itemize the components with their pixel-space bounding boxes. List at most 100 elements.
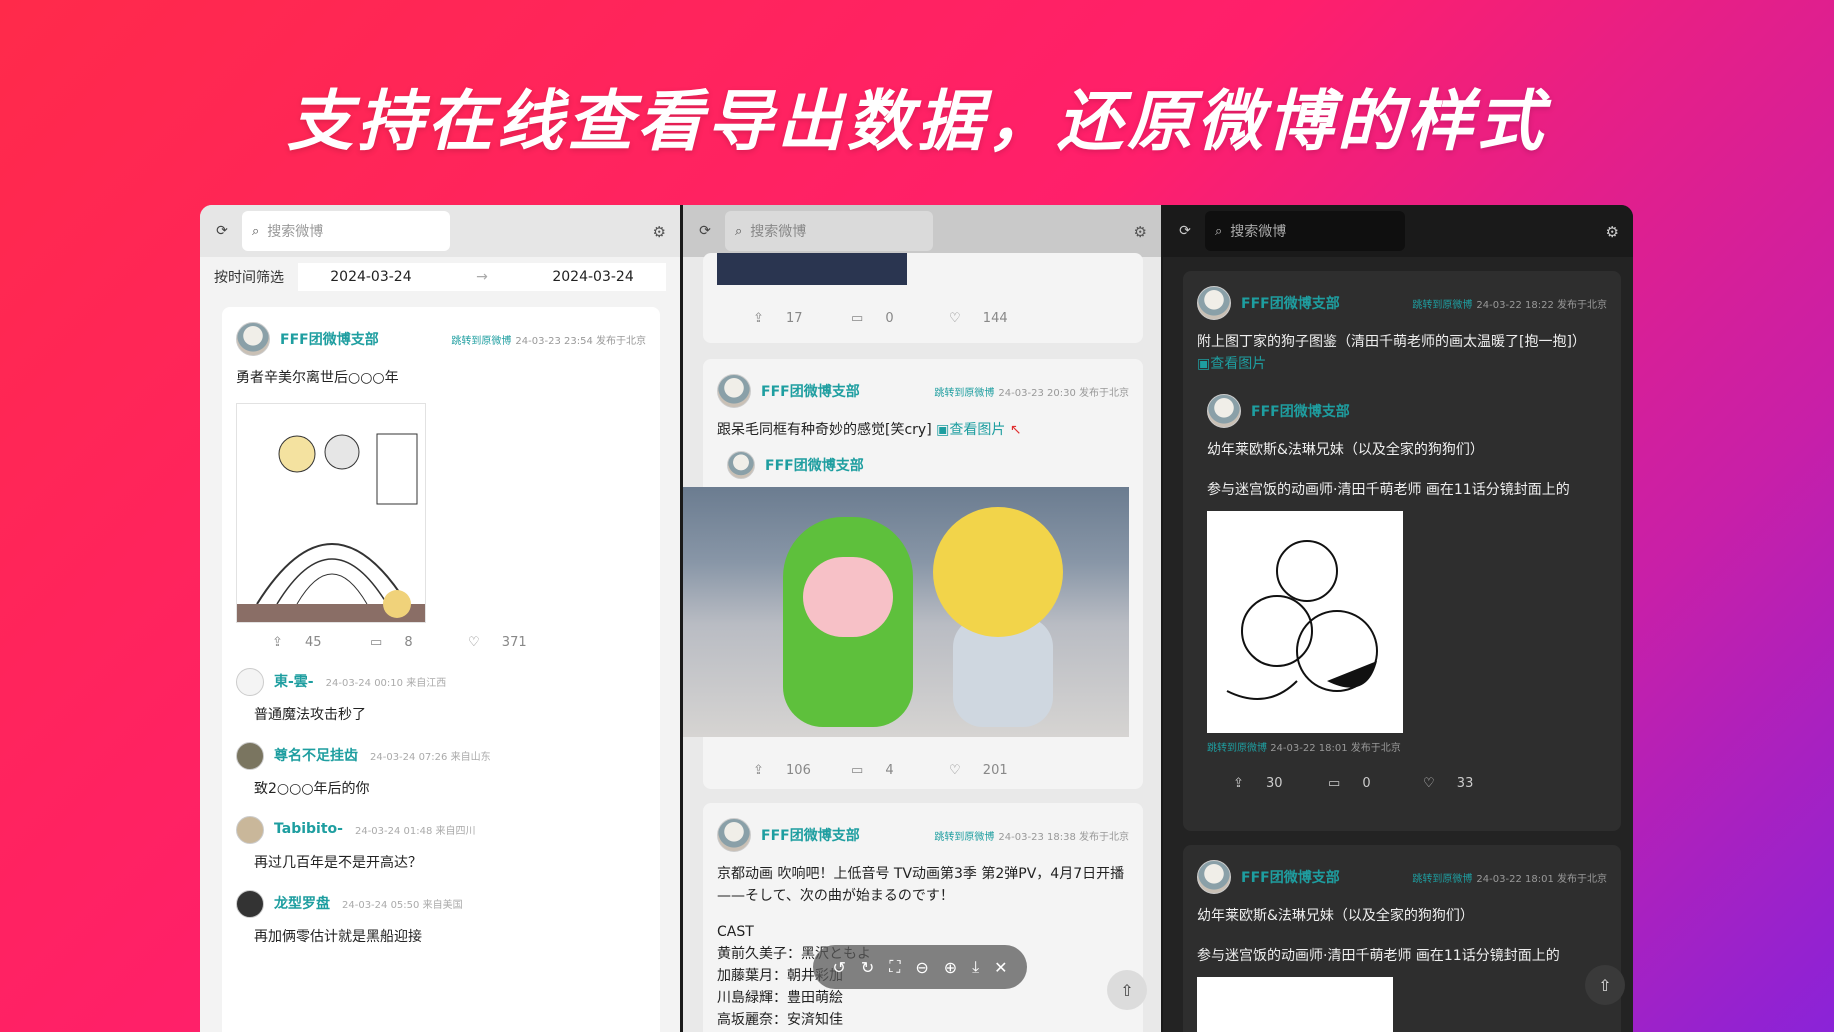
comment-count[interactable]: ▭ 0 <box>815 311 913 326</box>
post-line: ——そして、次の曲が始まるのです！ <box>717 888 954 904</box>
search-placeholder: 搜索微博 <box>1230 224 1287 240</box>
avatar[interactable] <box>236 322 270 356</box>
retweet-username[interactable]: FFF团微博支部 <box>1251 401 1350 421</box>
avatar[interactable] <box>1197 860 1231 894</box>
repost-value: 17 <box>786 311 803 326</box>
repost-icon: ⇪ <box>753 763 769 778</box>
search-icon: ⌕ <box>1215 223 1223 239</box>
rotate-right-icon[interactable]: ↻ <box>861 958 874 977</box>
like-count[interactable]: ♡ 201 <box>913 763 1011 778</box>
original-post-link[interactable]: 跳转到原微博 <box>1207 743 1267 754</box>
comment-meta: 24-03-24 00:10 来自江西 <box>325 677 447 689</box>
like-count[interactable]: ♡ 144 <box>913 311 1011 326</box>
post-image[interactable] <box>1197 977 1393 1032</box>
avatar[interactable] <box>717 818 751 852</box>
original-post-link[interactable]: 跳转到原微博 <box>451 336 511 347</box>
original-post-link[interactable]: 跳转到原微博 <box>1412 300 1472 311</box>
retweet-header: FFF团微博支部 <box>1207 393 1607 429</box>
comment-username[interactable]: 龙型罗盘 <box>274 893 330 913</box>
zoom-in-icon[interactable]: ⊕ <box>944 958 957 977</box>
repost-count[interactable]: ⇪ 106 <box>717 763 815 778</box>
username[interactable]: FFF团微博支部 <box>280 329 379 349</box>
rocket-icon[interactable]: ⇧ <box>1585 965 1625 1005</box>
post-text: 幼年莱欧斯&法琳兄妹（以及全家的狗狗们） <box>1197 908 1474 924</box>
close-icon[interactable]: ✕ <box>994 958 1007 977</box>
repost-count[interactable]: ⇪ 45 <box>236 635 334 650</box>
comment-text: 再加俩零估计就是黑船迎接 <box>254 929 422 945</box>
avatar[interactable] <box>1197 286 1231 320</box>
post-line: 高坂麗奈：安済知佳 <box>717 1012 843 1028</box>
post-time: 24-03-23 23:54 发布于北京 <box>515 335 646 347</box>
view-image-label: 查看图片 <box>1210 356 1267 372</box>
view-image-link[interactable]: ▣查看图片 <box>1197 353 1607 373</box>
fit-screen-icon[interactable]: ⛶ <box>889 957 900 977</box>
post-card: FFF团微博支部 跳转到原微博 24-03-23 18:38 发布于北京 京都动画… <box>703 803 1143 1032</box>
avatar[interactable] <box>236 668 264 696</box>
end-date[interactable]: 2024-03-24 <box>552 269 633 285</box>
rocket-icon[interactable]: ⇧ <box>1107 970 1147 1010</box>
repost-count[interactable]: ⇪ 30 <box>1197 776 1292 791</box>
original-post-link[interactable]: 跳转到原微博 <box>934 832 994 843</box>
search-input[interactable]: ⌕ 搜索微博 <box>725 211 933 251</box>
post-card: FFF团微博支部 跳转到原微博 24-03-22 18:22 发布于北京 附上图丁… <box>1183 271 1621 831</box>
retweet-username[interactable]: FFF团微博支部 <box>765 455 864 475</box>
original-post-link[interactable]: 跳转到原微博 <box>1412 874 1472 885</box>
enlarged-photo[interactable] <box>683 487 1129 737</box>
comment-username[interactable]: 尊名不足挂齿 <box>274 745 358 765</box>
comment-count[interactable]: ▭ 0 <box>1292 776 1387 791</box>
download-icon[interactable]: ⤓ <box>972 957 979 977</box>
gear-icon[interactable]: ⚙ <box>1134 223 1147 241</box>
zoom-out-icon[interactable]: ⊖ <box>915 958 928 977</box>
search-input[interactable]: ⌕ 搜索微博 <box>1205 211 1405 251</box>
gear-icon[interactable]: ⚙ <box>653 223 666 241</box>
toolbar: ⟳ ⌕ 搜索微博 ⚙ <box>683 205 1161 257</box>
refresh-icon[interactable]: ⟳ <box>214 223 230 239</box>
like-value: 33 <box>1456 776 1474 791</box>
view-image-link[interactable]: ▣查看图片 <box>936 422 1005 438</box>
post-image[interactable] <box>236 403 426 623</box>
image-icon: ▣ <box>1197 356 1211 372</box>
comment-value: 4 <box>885 763 894 778</box>
heart-icon: ♡ <box>949 311 965 326</box>
username[interactable]: FFF团微博支部 <box>761 825 860 845</box>
avatar[interactable] <box>236 816 264 844</box>
avatar[interactable] <box>236 742 264 770</box>
original-post-link[interactable]: 跳转到原微博 <box>934 388 994 399</box>
date-filter: 按时间筛选 2024-03-24 → 2024-03-24 <box>200 257 680 297</box>
username[interactable]: FFF团微博支部 <box>1241 293 1340 313</box>
comment-value: 0 <box>885 311 894 326</box>
date-range-picker[interactable]: 2024-03-24 → 2024-03-24 <box>298 263 666 291</box>
comment-count[interactable]: ▭ 8 <box>334 635 432 650</box>
comment-text: 再过几百年是不是开高达？ <box>254 855 422 871</box>
search-input[interactable]: ⌕ 搜索微博 <box>242 211 450 251</box>
repost-count[interactable]: ⇪ 17 <box>717 311 815 326</box>
post-image[interactable] <box>717 253 907 285</box>
username[interactable]: FFF团微博支部 <box>1241 867 1340 887</box>
like-count[interactable]: ♡ 33 <box>1387 776 1482 791</box>
start-date[interactable]: 2024-03-24 <box>330 269 411 285</box>
comment-count[interactable]: ▭ 4 <box>815 763 913 778</box>
post-line: 京都动画 吹响吧！上低音号 TV动画第3季 第2弹PV，4月7日开播 <box>717 866 1125 882</box>
refresh-icon[interactable]: ⟳ <box>1177 223 1193 239</box>
post-image[interactable] <box>1207 511 1403 733</box>
comment-value: 8 <box>404 635 413 650</box>
comment-username[interactable]: 東-雲- <box>274 671 314 691</box>
post-time: 24-03-22 18:22 发布于北京 <box>1476 299 1607 311</box>
avatar[interactable] <box>727 451 755 479</box>
arrow-pointer-icon: ↖ <box>1009 422 1022 438</box>
comment-username[interactable]: Tabibito- <box>274 821 343 837</box>
avatar[interactable] <box>717 374 751 408</box>
post-header: FFF团微博支部 跳转到原微博 24-03-23 18:38 发布于北京 <box>717 817 1129 853</box>
like-count[interactable]: ♡ 371 <box>432 635 530 650</box>
username[interactable]: FFF团微博支部 <box>761 381 860 401</box>
avatar[interactable] <box>1207 394 1241 428</box>
repost-value: 106 <box>786 763 811 778</box>
rotate-left-icon[interactable]: ↺ <box>832 958 845 977</box>
image-viewer-toolbar: ↺ ↻ ⛶ ⊖ ⊕ ⤓ ✕ <box>813 945 1027 989</box>
post-line: CAST <box>717 924 754 940</box>
refresh-icon[interactable]: ⟳ <box>697 223 713 239</box>
gear-icon[interactable]: ⚙ <box>1606 223 1619 241</box>
avatar[interactable] <box>236 890 264 918</box>
post-actions: ⇪ 106 ▭ 4 ♡ 201 <box>717 763 1011 778</box>
search-placeholder: 搜索微博 <box>267 224 324 240</box>
